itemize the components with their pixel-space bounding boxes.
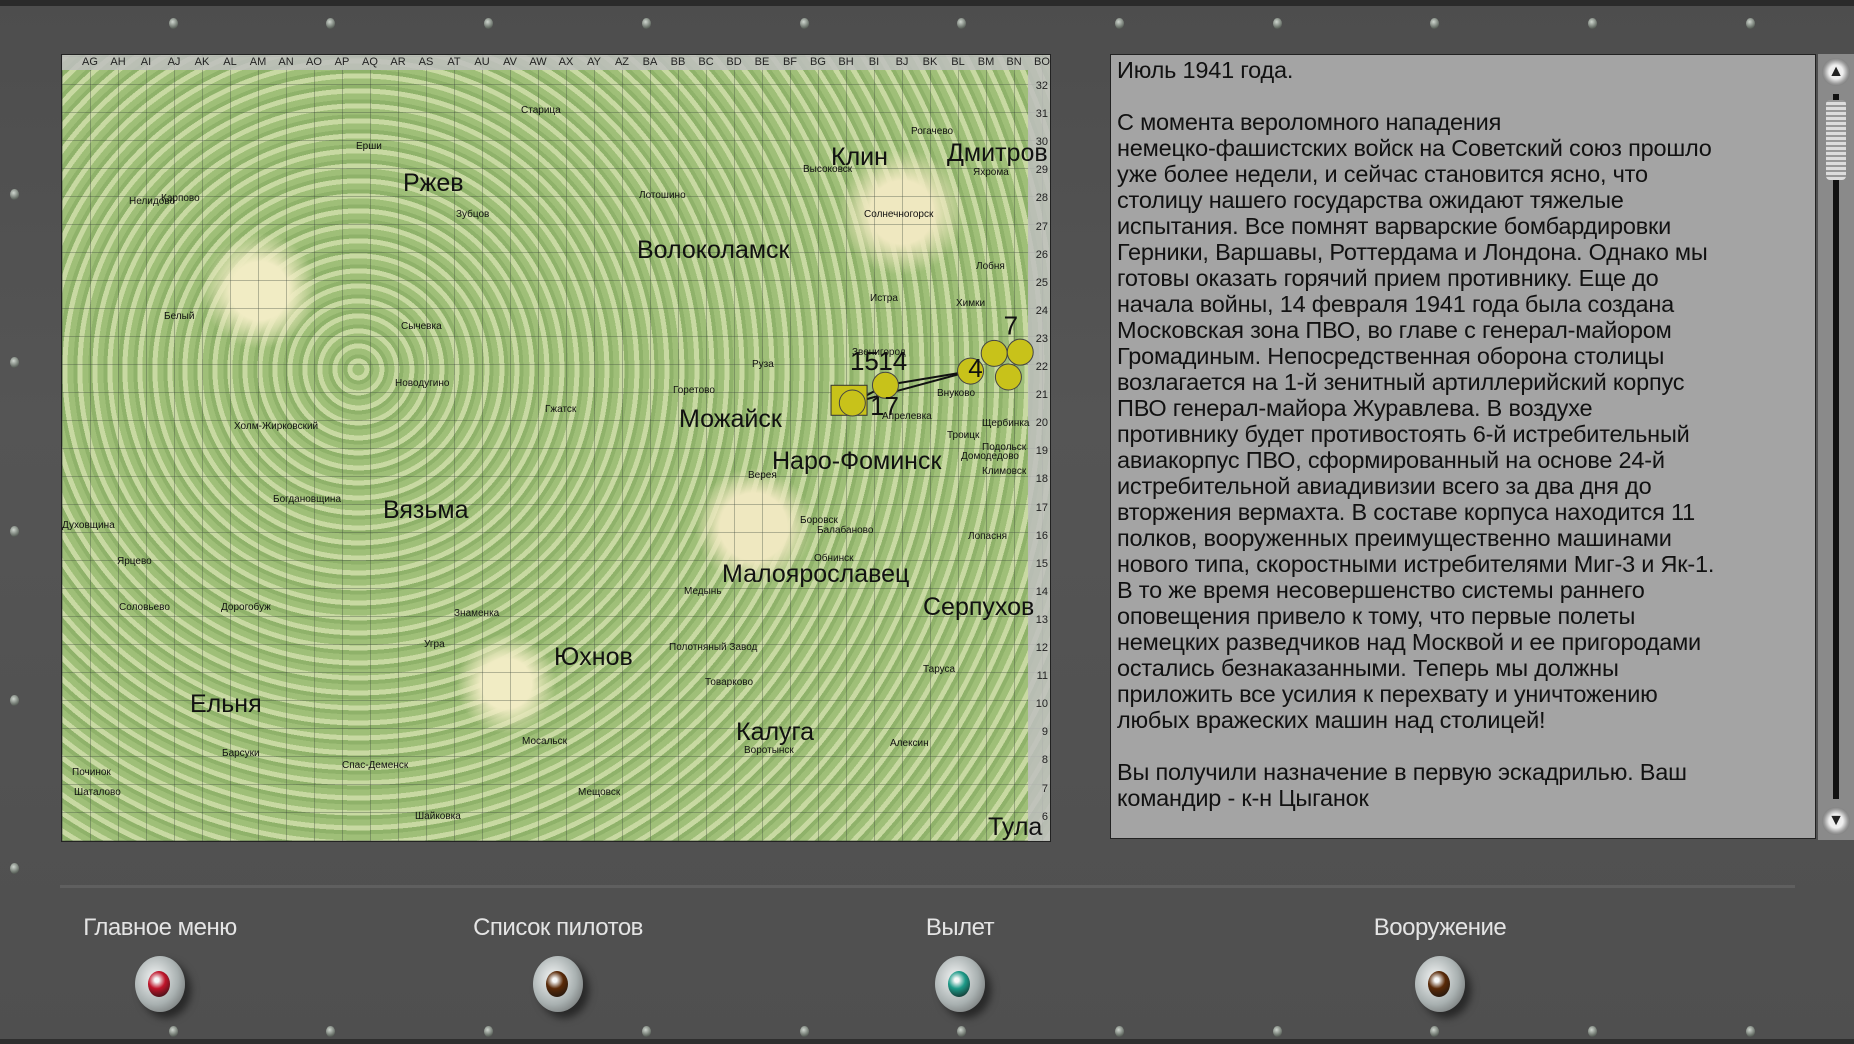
scroll-track[interactable] [1833, 94, 1839, 799]
screw-icon [10, 863, 19, 874]
armament-knob[interactable] [1415, 956, 1465, 1012]
waypoint-label: 15 [850, 346, 879, 376]
pilot-list-button[interactable]: Список пилотов [408, 914, 708, 1012]
screw-icon [1273, 1026, 1282, 1037]
screw-icon [326, 1026, 335, 1037]
waypoint-label: 17 [870, 391, 899, 421]
divider [60, 885, 1795, 888]
armament-button[interactable]: Вооружение [1290, 914, 1590, 1012]
screw-icon [10, 526, 19, 537]
waypoint-label: 7 [1004, 310, 1018, 340]
pilot-list-label: Список пилотов [473, 914, 643, 941]
mission-map[interactable]: AG AH AI AJ AK AL AM AN AO AP AQ AR AS AT AU AV AW AX AY AZ… [61, 54, 1051, 842]
screw-icon [10, 189, 19, 200]
screw-icon [1115, 1026, 1124, 1037]
screw-icon [1273, 18, 1282, 29]
screw-icon [10, 695, 19, 706]
fly-button[interactable]: Вылет [810, 914, 1110, 1012]
fly-label: Вылет [925, 914, 995, 941]
lamp-icon [948, 971, 970, 997]
lamp-icon [1428, 971, 1450, 997]
screw-icon [484, 18, 493, 29]
lamp-icon [546, 971, 568, 997]
waypoint-label: 14 [878, 346, 907, 376]
fly-knob[interactable] [935, 956, 985, 1012]
scroll-thumb[interactable] [1826, 100, 1846, 180]
screw-icon [642, 1026, 651, 1037]
screw-icon [484, 1026, 493, 1037]
scroll-down-button[interactable]: ▼ [1822, 807, 1850, 835]
screw-icon [1588, 1026, 1597, 1037]
main-menu-knob[interactable] [135, 956, 185, 1012]
waypoint-marker[interactable] [980, 339, 1008, 367]
screw-icon [1115, 18, 1124, 29]
screw-icon [1588, 18, 1597, 29]
screw-icon [800, 18, 809, 29]
screw-icon [1746, 18, 1755, 29]
waypoint-label: 4 [968, 353, 982, 383]
pilot-list-knob[interactable] [533, 956, 583, 1012]
waypoint-marker[interactable] [1006, 338, 1034, 366]
scroll-up-button[interactable]: ▲ [1822, 58, 1850, 86]
main-menu-label: Главное меню [83, 914, 237, 941]
screw-icon [1430, 18, 1439, 29]
armament-label: Вооружение [1373, 914, 1507, 941]
waypoint-marker[interactable] [994, 363, 1022, 391]
briefing-scrollbar[interactable]: ▲ ▼ [1818, 54, 1854, 840]
screw-icon [642, 18, 651, 29]
screw-icon [1430, 1026, 1439, 1037]
screw-icon [169, 18, 178, 29]
screw-icon [326, 18, 335, 29]
screw-icon [957, 18, 966, 29]
screw-icon [800, 1026, 809, 1037]
waypoint-marker[interactable] [838, 389, 866, 417]
top-frame [0, 0, 1854, 6]
screw-icon [169, 1026, 178, 1037]
flight-route: 15 14 17 47 [830, 310, 1034, 421]
screw-icon [957, 1026, 966, 1037]
lamp-icon [148, 971, 170, 997]
briefing-text: Июль 1941 года. С момента вероломного на… [1110, 54, 1816, 839]
screw-icon [1746, 1026, 1755, 1037]
bottom-frame [0, 1039, 1854, 1044]
screw-icon [10, 357, 19, 368]
main-menu-button[interactable]: Главное меню [10, 914, 310, 1012]
